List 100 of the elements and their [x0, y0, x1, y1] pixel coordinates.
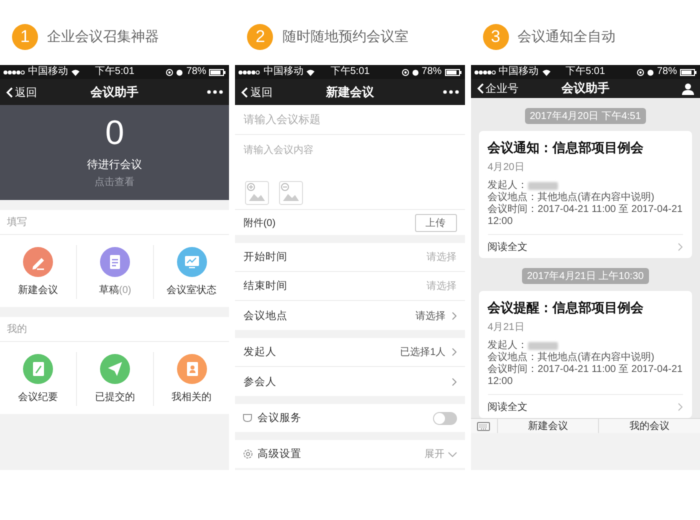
back-chevron-icon — [476, 83, 484, 94]
notice-title: 会议提醒：信息部项目例会 — [488, 299, 645, 317]
clock-time: 下午5:01 — [330, 65, 370, 79]
chevron-right-icon — [678, 242, 683, 250]
location-line: 会议地点：其他地点(请在内容中说明) — [488, 352, 656, 364]
rotation-lock-icon — [166, 68, 174, 76]
battery-percent: 78% — [656, 65, 677, 79]
picker-value[interactable]: 请选择 — [416, 308, 446, 322]
wifi-icon — [306, 68, 316, 76]
shortcut-item[interactable]: 草稿(0) — [76, 245, 153, 299]
summary-label: 待进行会议 — [87, 158, 142, 172]
shortcut-item[interactable]: 会议纪要 — [0, 352, 76, 406]
cup-icon — [243, 414, 254, 422]
signal-icon — [3, 70, 25, 74]
message-timestamp: 2017年4月20日 下午4:51 — [524, 108, 646, 124]
summary-panel[interactable]: 0 待进行会议 点击查看 — [0, 105, 230, 200]
location-line: 会议地点：其他地点(请在内容中说明) — [488, 192, 656, 204]
more-icon — [207, 90, 224, 94]
menu-button[interactable]: 我的会议 — [598, 419, 700, 433]
sender-label: 发起人： — [488, 180, 528, 192]
sender-label: 发起人： — [488, 340, 528, 352]
back-chevron-icon — [241, 86, 248, 98]
add-image-icon[interactable] — [245, 181, 270, 205]
more-button[interactable] — [442, 88, 459, 96]
notice-title: 会议通知：信息部项目例会 — [488, 139, 645, 157]
upload-button[interactable]: 上传 — [414, 214, 457, 232]
field-label: 高级设置 — [257, 447, 302, 461]
notice-date: 4月20日 — [488, 161, 526, 174]
signal-icon — [474, 70, 496, 74]
chevron-right-icon — [452, 312, 457, 320]
chevron-down-icon — [448, 452, 457, 456]
content-field[interactable]: 请输入会议内容 — [235, 135, 465, 179]
gear-icon — [243, 449, 254, 459]
notice-date: 4月21日 — [488, 321, 526, 334]
time-line: 会议时间：2017-04-21 11:00 至 2017-04-21 12:00 — [488, 204, 683, 228]
shortcut-item[interactable]: 我相关的 — [152, 352, 230, 406]
message-timestamp: 2017年4月21日 上午10:30 — [522, 268, 649, 284]
step-number-badge: 1 — [12, 24, 38, 50]
form-row[interactable]: 会议地点 请选择 — [235, 301, 465, 330]
nav-title: 会议助手 — [561, 80, 610, 97]
rotation-lock-icon — [636, 68, 644, 76]
redacted-name — [528, 182, 558, 190]
attachment-label: 附件(0) — [243, 216, 276, 230]
back-button[interactable]: 企业号 — [476, 79, 519, 98]
service-toggle[interactable] — [432, 412, 457, 424]
field-label: 发起人 — [243, 345, 276, 359]
shortcut-item[interactable]: 新建会议 — [0, 245, 76, 299]
rotation-lock-icon — [402, 68, 409, 76]
wifi-icon — [542, 68, 551, 76]
step-number-badge: 3 — [482, 24, 509, 50]
form-row[interactable]: 结束时间 请选择 — [235, 272, 465, 301]
more-button[interactable] — [207, 88, 224, 96]
clock-time: 下午5:01 — [94, 65, 134, 79]
shortcut-item[interactable]: 已提交的 — [76, 352, 153, 406]
title-field[interactable]: 请输入会议标题 — [235, 105, 465, 135]
step-number-badge: 2 — [247, 24, 274, 50]
step-caption: 会议通知全自动 — [518, 28, 616, 46]
battery-percent: 78% — [186, 65, 206, 79]
nav-title: 会议助手 — [90, 84, 139, 100]
summary-hint: 点击查看 — [94, 176, 135, 189]
chevron-right-icon — [452, 348, 457, 356]
back-button[interactable]: 返回 — [6, 82, 37, 102]
step-caption: 随时随地预约会议室 — [282, 28, 408, 46]
carrier-name: 中国移动 — [498, 65, 539, 79]
field-label: 开始时间 — [243, 250, 288, 264]
profile-button[interactable] — [682, 80, 694, 96]
field-label: 参会人 — [243, 374, 276, 388]
battery-icon — [680, 68, 697, 76]
user-icon — [682, 82, 694, 94]
step-caption: 企业会议召集神器 — [47, 28, 159, 46]
carrier-name: 中国移动 — [28, 65, 68, 79]
remove-image-icon[interactable] — [279, 181, 304, 205]
form-row[interactable]: 开始时间 请选择 — [235, 243, 465, 272]
redacted-name — [528, 342, 558, 350]
chevron-right-icon — [678, 402, 683, 410]
field-label: 结束时间 — [243, 279, 288, 293]
read-more-link[interactable]: 阅读全文 — [488, 400, 528, 414]
time-line: 会议时间：2017-04-21 11:00 至 2017-04-21 12:00 — [488, 364, 683, 388]
more-icon — [442, 90, 459, 94]
form-row[interactable]: 发起人 已选择1人 — [235, 338, 465, 367]
picker-value[interactable]: 已选择1人 — [400, 345, 446, 359]
wifi-icon — [71, 68, 80, 76]
pending-count: 0 — [105, 116, 124, 150]
keyboard-icon — [477, 422, 490, 430]
back-button[interactable]: 返回 — [241, 82, 272, 102]
back-chevron-icon — [6, 86, 13, 98]
field-label: 会议服务 — [257, 411, 302, 425]
menu-button[interactable]: 新建会议 — [496, 419, 598, 433]
read-more-link[interactable]: 阅读全文 — [488, 240, 528, 254]
shortcut-item[interactable]: 会议室状态 — [152, 245, 230, 299]
battery-percent: 78% — [422, 65, 442, 79]
section-title: 我的 — [0, 317, 230, 342]
section-title: 填写 — [0, 210, 230, 235]
battery-icon — [444, 68, 462, 76]
form-row[interactable]: 参会人 — [235, 367, 465, 396]
chevron-right-icon — [452, 378, 457, 386]
field-label: 会议地点 — [243, 308, 288, 322]
clock-time: 下午5:01 — [566, 65, 606, 79]
nav-title: 新建会议 — [326, 84, 374, 100]
signal-icon — [238, 70, 260, 74]
